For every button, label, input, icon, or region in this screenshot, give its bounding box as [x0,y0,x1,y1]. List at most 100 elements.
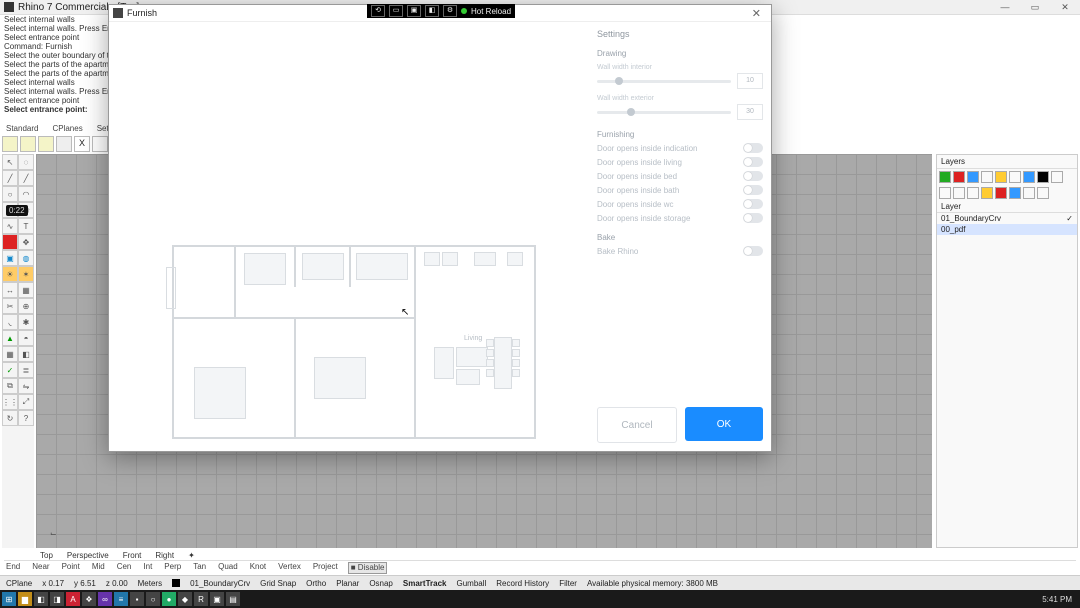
cut-icon[interactable]: X [74,136,90,152]
hr-icon[interactable]: ◧ [425,5,439,17]
pointer-tool-icon[interactable]: ↖ [2,154,18,170]
status-units[interactable]: Meters [138,579,162,588]
osnap-perp[interactable]: Perp [162,562,183,574]
rotate-tool-icon[interactable]: ↻ [2,410,18,426]
dim-tool-icon[interactable]: ↔ [2,282,18,298]
status-planar[interactable]: Planar [336,579,359,588]
status-filter[interactable]: Filter [559,579,577,588]
hot-reload-label[interactable]: Hot Reload [471,7,511,16]
layer-tool-a-icon[interactable] [939,187,951,199]
array-tool-icon[interactable]: ⋮⋮ [2,394,18,410]
osnap-int[interactable]: Int [141,562,154,574]
tab-standard[interactable]: Standard [4,124,40,136]
open-file-icon[interactable] [20,136,36,152]
taskbar-app-icon[interactable]: A [66,592,80,606]
move-tool-icon[interactable]: ✥ [18,234,34,250]
toggle-switch[interactable] [743,199,763,209]
cylinder-tool-icon[interactable]: ◍ [18,250,34,266]
grid-tool-icon[interactable]: ▦ [2,346,18,362]
layer-filter-icon[interactable] [1023,171,1035,183]
paste-icon[interactable] [92,136,108,152]
taskbar-vs-icon[interactable]: ∞ [98,592,112,606]
camera-tool-icon[interactable]: ◧ [18,346,34,362]
layer-tool-f-icon[interactable] [1009,187,1021,199]
mirror-tool-icon[interactable]: ⇋ [18,378,34,394]
toggle-switch[interactable] [743,157,763,167]
print-icon[interactable] [56,136,72,152]
view-tab-top[interactable]: Top [36,551,57,560]
taskbar-app-icon[interactable]: ▣ [210,592,224,606]
layer-more-icon[interactable] [1051,171,1063,183]
minimize-button[interactable]: — [990,0,1020,14]
osnap-disable[interactable]: ■ Disable [348,562,388,574]
status-layer[interactable]: 01_BoundaryCrv [190,579,250,588]
dialog-close-button[interactable]: ✕ [746,7,767,20]
tab-cplanes[interactable]: CPlanes [50,124,84,136]
view-tab-perspective[interactable]: Perspective [63,551,113,560]
layer-props-icon[interactable] [1009,171,1021,183]
taskbar-explorer-icon[interactable]: ▆ [18,592,32,606]
group-tool-icon[interactable]: ⧉ [2,378,18,394]
osnap-tan[interactable]: Tan [191,562,208,574]
save-file-icon[interactable] [38,136,54,152]
layer-new-icon[interactable] [939,171,951,183]
layer-tool-d-icon[interactable] [981,187,993,199]
status-smarttrack[interactable]: SmartTrack [403,579,447,588]
curve-tool-icon[interactable]: ∿ [2,218,18,234]
taskbar-app-icon[interactable]: ○ [146,592,160,606]
hr-icon[interactable]: ⟲ [371,5,385,17]
hatch-tool-icon[interactable]: ▦ [18,282,34,298]
check-tool-icon[interactable]: ✓ [2,362,18,378]
stop-tool-icon[interactable] [2,234,18,250]
fillet-tool-icon[interactable]: ◟ [2,314,18,330]
maximize-button[interactable]: ▭ [1020,0,1050,14]
layer-row[interactable]: 01_BoundaryCrv [937,213,1077,224]
layer-tool-b-icon[interactable] [953,187,965,199]
text-tool-icon[interactable]: T [18,218,34,234]
close-button[interactable]: ✕ [1050,0,1080,14]
slider-knob-icon[interactable] [627,108,635,116]
trim-tool-icon[interactable]: ✂ [2,298,18,314]
toggle-switch[interactable] [743,185,763,195]
taskbar-app-icon[interactable]: ▤ [226,592,240,606]
layer-tool-e-icon[interactable] [995,187,1007,199]
osnap-project[interactable]: Project [311,562,340,574]
layer-up-icon[interactable] [967,171,979,183]
taskbar-clock[interactable]: 5:41 PM [1042,595,1078,604]
join-tool-icon[interactable]: ⊕ [18,298,34,314]
osnap-near[interactable]: Near [30,562,51,574]
layer-row[interactable]: 00_pdf [937,224,1077,235]
osnap-knot[interactable]: Knot [248,562,268,574]
new-file-icon[interactable] [2,136,18,152]
lasso-tool-icon[interactable]: ◌ [18,154,34,170]
taskbar-terminal-icon[interactable]: ▪ [130,592,144,606]
layer-tool-h-icon[interactable] [1037,187,1049,199]
taskbar-app-icon[interactable]: ◨ [50,592,64,606]
scale-tool-icon[interactable]: ⤢ [18,394,34,410]
taskbar-app-icon[interactable]: ❖ [82,592,96,606]
taskbar-app-icon[interactable]: ◆ [178,592,192,606]
osnap-vertex[interactable]: Vertex [276,562,303,574]
layer-tool-g-icon[interactable] [1023,187,1035,199]
polyline-tool-icon[interactable]: ╱ [18,170,34,186]
view-tab-add[interactable]: ✦ [184,551,199,560]
toggle-switch[interactable] [743,143,763,153]
layer-tool-c-icon[interactable] [967,187,979,199]
sun-tool-icon[interactable]: ☀ [2,266,18,282]
taskbar-rhino-icon[interactable]: R [194,592,208,606]
layer-color-icon[interactable] [995,171,1007,183]
slider-knob-icon[interactable] [615,77,623,85]
wall-exterior-value[interactable]: 30 [737,104,763,120]
status-ortho[interactable]: Ortho [306,579,326,588]
osnap-quad[interactable]: Quad [216,562,240,574]
taskbar-app-icon[interactable]: ◧ [34,592,48,606]
taskbar-vscode-icon[interactable]: ≡ [114,592,128,606]
layer-tool-icon[interactable]: ≣ [18,362,34,378]
explode-tool-icon[interactable]: ✱ [18,314,34,330]
box-tool-icon[interactable]: ▣ [2,250,18,266]
help-tool-icon[interactable]: ? [18,410,34,426]
wall-interior-value[interactable]: 10 [737,73,763,89]
view-tab-right[interactable]: Right [151,551,178,560]
cancel-button[interactable]: Cancel [597,407,677,443]
osnap-point[interactable]: Point [60,562,82,574]
